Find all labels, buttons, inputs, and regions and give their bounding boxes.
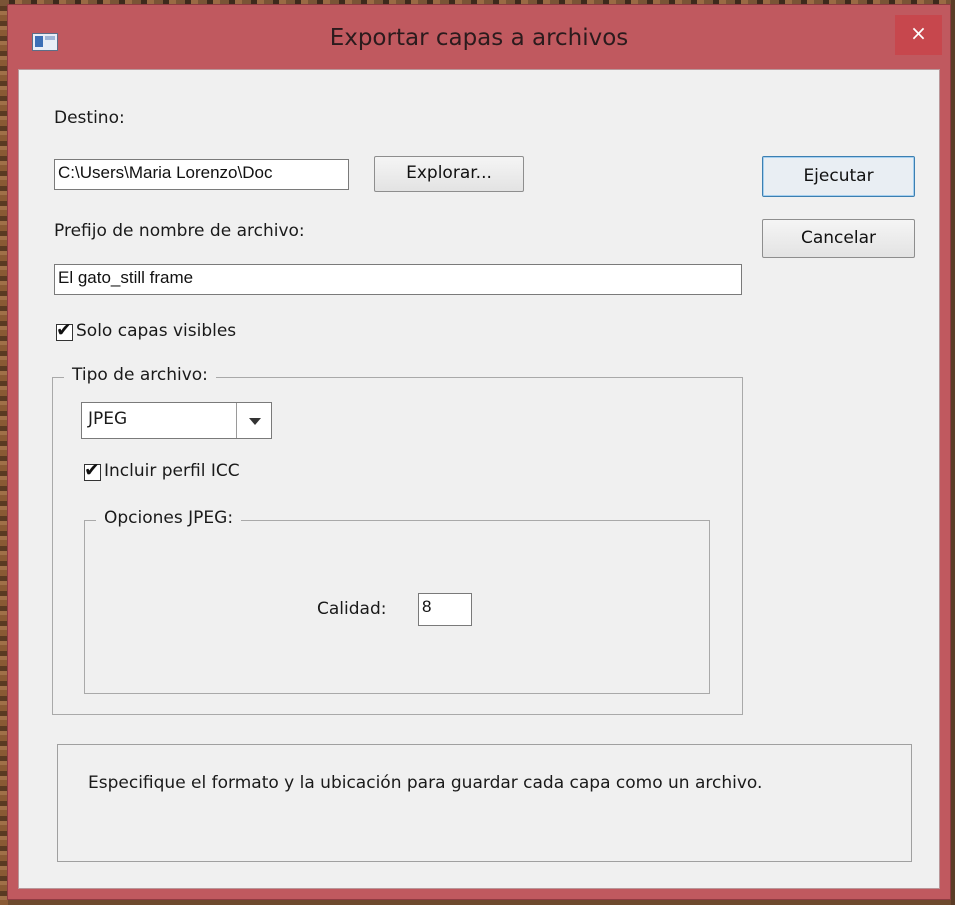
prefix-input[interactable]: El gato_still frame: [54, 264, 742, 295]
checkmark-icon: ✔: [84, 459, 100, 481]
checkmark-icon: ✔: [56, 319, 72, 341]
file-type-selected: JPEG: [88, 409, 128, 429]
chevron-down-icon: [249, 418, 261, 425]
prefix-label: Prefijo de nombre de archivo:: [54, 221, 305, 241]
visible-layers-label: Solo capas visibles: [76, 321, 237, 341]
description-text: Especifique el formato y la ubicación pa…: [88, 773, 763, 793]
desktop-background-right: [951, 0, 955, 905]
cancel-button[interactable]: Cancelar: [762, 219, 915, 258]
quality-input[interactable]: 8: [418, 593, 472, 626]
file-type-select[interactable]: JPEG: [81, 402, 272, 439]
export-layers-dialog: Exportar capas a archivos × Destino: C:\…: [7, 4, 951, 900]
jpeg-options-group: Opciones JPEG: Calidad: 8: [84, 508, 710, 694]
icc-profile-checkbox[interactable]: ✔: [84, 460, 101, 481]
browse-button[interactable]: Explorar...: [374, 156, 524, 192]
dialog-body: Destino: C:\Users\Maria Lorenzo\Doc Expl…: [18, 69, 940, 889]
quality-label: Calidad:: [317, 599, 387, 619]
description-panel: Especifique el formato y la ubicación pa…: [57, 744, 912, 862]
file-type-legend: Tipo de archivo:: [64, 365, 216, 385]
file-type-group: Tipo de archivo: JPEG ✔ Incluir perfil I…: [52, 365, 743, 715]
destination-label: Destino:: [54, 108, 125, 128]
window-title: Exportar capas a archivos: [329, 25, 629, 51]
close-button[interactable]: ×: [895, 15, 942, 55]
jpeg-options-legend: Opciones JPEG:: [96, 508, 242, 528]
destination-path-input[interactable]: C:\Users\Maria Lorenzo\Doc: [54, 159, 349, 190]
visible-layers-checkbox[interactable]: ✔: [56, 320, 73, 341]
icc-profile-label: Incluir perfil ICC: [104, 461, 240, 481]
run-button[interactable]: Ejecutar: [762, 156, 915, 197]
